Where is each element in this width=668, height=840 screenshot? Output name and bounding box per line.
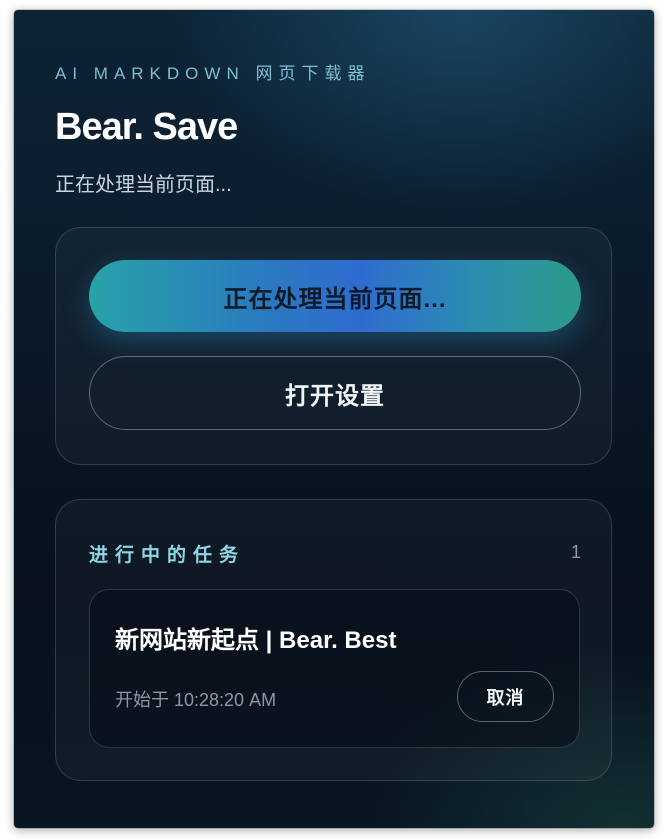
task-start-time: 开始于 10:28:20 AM [115, 690, 277, 710]
app-kicker: AI MARKDOWN 网页下载器 [55, 64, 371, 83]
task-item: 新网站新起点 | Bear. Best 开始于 10:28:20 AM 取消 [89, 589, 580, 748]
popup-window: AI MARKDOWN 网页下载器 Bear. Save 正在处理当前页面...… [14, 10, 654, 828]
tasks-title: 进行中的任务 [89, 545, 246, 566]
tasks-card: 进行中的任务 1 新网站新起点 | Bear. Best 开始于 10:28:2… [55, 499, 612, 781]
app-title: Bear. Save [55, 106, 238, 148]
process-page-button[interactable]: 正在处理当前页面... [89, 260, 581, 332]
task-name: 新网站新起点 | Bear. Best [115, 627, 397, 654]
tasks-count: 1 [570, 542, 581, 562]
tasks-header: 进行中的任务 1 [89, 540, 581, 570]
cancel-task-button[interactable]: 取消 [457, 671, 554, 722]
open-settings-button[interactable]: 打开设置 [89, 356, 581, 430]
actions-card: 正在处理当前页面... 打开设置 [55, 227, 612, 465]
status-text: 正在处理当前页面... [55, 174, 232, 196]
